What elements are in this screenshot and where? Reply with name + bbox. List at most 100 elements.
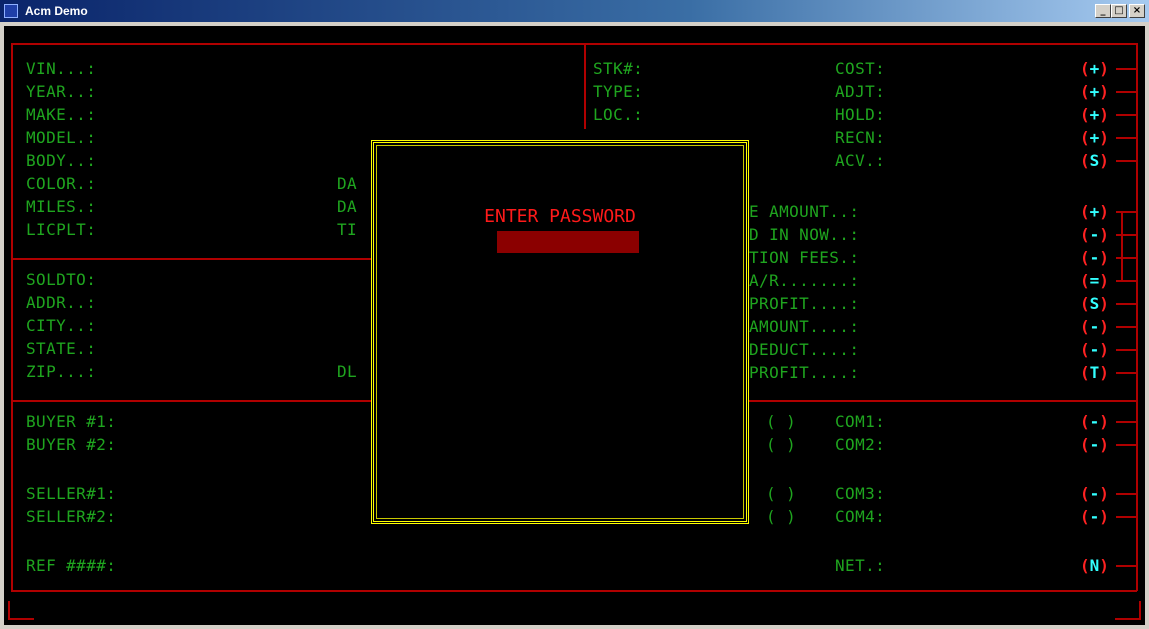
op-com1-marker[interactable]: (-) — [1080, 410, 1109, 433]
op-in-now-marker[interactable]: (-) — [1080, 223, 1109, 246]
check-com1[interactable]: ( ) — [766, 410, 796, 433]
label-amount: E AMOUNT..: — [749, 202, 860, 221]
paren-open: ( — [1080, 484, 1090, 503]
paren-close: ) — [1099, 151, 1109, 170]
connector-line — [1116, 280, 1137, 282]
check-com3[interactable]: ( ) — [766, 482, 796, 505]
label-vin: VIN...: — [26, 59, 97, 78]
divider-people-right — [749, 400, 1137, 402]
label-cost: COST: — [835, 59, 886, 78]
paren-close: ) — [1099, 271, 1109, 290]
title-bar: Acm Demo _ □ × — [0, 0, 1149, 22]
check-com4[interactable]: ( ) — [766, 505, 796, 528]
label-amount2: AMOUNT....: — [749, 317, 860, 336]
operator-symbol: - — [1089, 412, 1100, 431]
connector-line — [1116, 516, 1137, 518]
password-input[interactable] — [497, 231, 639, 253]
paren-close: ) — [1099, 248, 1109, 267]
paren-close: ) — [1099, 556, 1109, 575]
paren-open: ( — [1080, 128, 1090, 147]
label-year: YEAR..: — [26, 82, 97, 101]
label-seller1: SELLER#1: — [26, 484, 117, 503]
op-ar-marker[interactable]: (=) — [1080, 269, 1109, 292]
label-seller2: SELLER#2: — [26, 507, 117, 526]
check-com2[interactable]: ( ) — [766, 433, 796, 456]
paren-close: ) — [1099, 507, 1109, 526]
connector-line — [1116, 137, 1137, 139]
paren-close: ) — [1099, 105, 1109, 124]
maximize-button[interactable]: □ — [1111, 4, 1127, 18]
op-amount-marker[interactable]: (+) — [1080, 200, 1109, 223]
label-buyer2: BUYER #2: — [26, 435, 117, 454]
frame-top-border — [11, 43, 1137, 45]
label-loc: LOC.: — [593, 105, 644, 124]
corner-right-base — [1115, 618, 1141, 620]
paren-open: ( — [1080, 82, 1090, 101]
op-deduct-marker[interactable]: (-) — [1080, 338, 1109, 361]
paren-open: ( — [1080, 317, 1090, 336]
paren-close: ) — [1099, 59, 1109, 78]
corner-right-tick — [1139, 601, 1141, 619]
label-color: COLOR.: — [26, 174, 97, 193]
label-addr: ADDR..: — [26, 293, 97, 312]
op-net-marker[interactable]: (N) — [1080, 554, 1109, 577]
label-com3: COM3: — [835, 484, 886, 503]
connector-line — [1116, 303, 1137, 305]
connector-line — [1116, 493, 1137, 495]
op-profit2-marker[interactable]: (T) — [1080, 361, 1109, 384]
operator-symbol: + — [1089, 128, 1100, 147]
frame-left-border — [11, 43, 13, 591]
operator-symbol: - — [1089, 435, 1100, 454]
op-com3-marker[interactable]: (-) — [1080, 482, 1109, 505]
op-hold-marker[interactable]: (+) — [1080, 103, 1109, 126]
corner-left-base — [8, 618, 34, 620]
label-state: STATE.: — [26, 339, 97, 358]
paren-open: ( — [1080, 363, 1090, 382]
paren-open: ( — [1080, 202, 1090, 221]
partial-label-ti: TI — [337, 220, 358, 239]
app-icon — [4, 4, 18, 18]
divider-people-left — [11, 400, 371, 402]
op-recn-marker[interactable]: (+) — [1080, 126, 1109, 149]
connector-line — [1116, 114, 1137, 116]
label-in-now: D IN NOW..: — [749, 225, 860, 244]
label-zip: ZIP...: — [26, 362, 97, 381]
op-com2-marker[interactable]: (-) — [1080, 433, 1109, 456]
op-fees-marker[interactable]: (-) — [1080, 246, 1109, 269]
op-amount2-marker[interactable]: (-) — [1080, 315, 1109, 338]
frame-right-border — [1136, 43, 1138, 591]
paren-open: ( — [1080, 271, 1090, 290]
label-type: TYPE: — [593, 82, 644, 101]
close-button[interactable]: × — [1129, 4, 1145, 18]
op-adjt-marker[interactable]: (+) — [1080, 80, 1109, 103]
operator-symbol: T — [1089, 363, 1100, 382]
frame-bottom-border — [11, 590, 1137, 592]
minimize-button[interactable]: _ — [1095, 4, 1111, 18]
operator-symbol: S — [1089, 294, 1100, 313]
op-cost-marker[interactable]: (+) — [1080, 57, 1109, 80]
corner-left-tick — [8, 601, 10, 619]
label-net: NET.: — [835, 556, 886, 575]
connector-line — [1116, 326, 1137, 328]
op-acv-marker[interactable]: (S) — [1080, 149, 1109, 172]
operator-symbol: - — [1089, 248, 1100, 267]
operator-symbol: - — [1089, 507, 1100, 526]
connector-line — [1116, 565, 1137, 567]
paren-close: ) — [1099, 294, 1109, 313]
label-deduct: DEDUCT....: — [749, 340, 860, 359]
label-com2: COM2: — [835, 435, 886, 454]
label-body: BODY..: — [26, 151, 97, 170]
label-ar: A/R.......: — [749, 271, 860, 290]
connector-line — [1116, 257, 1137, 259]
label-make: MAKE..: — [26, 105, 97, 124]
op-profit1-marker[interactable]: (S) — [1080, 292, 1109, 315]
operator-symbol: + — [1089, 202, 1100, 221]
vertical-divider — [584, 45, 586, 129]
partial-label-dl: DL — [337, 362, 358, 381]
label-profit1: PROFIT....: — [749, 294, 860, 313]
paren-close: ) — [1099, 484, 1109, 503]
paren-open: ( — [1080, 151, 1090, 170]
operator-symbol: = — [1089, 271, 1100, 290]
op-com4-marker[interactable]: (-) — [1080, 505, 1109, 528]
paren-open: ( — [1080, 507, 1090, 526]
